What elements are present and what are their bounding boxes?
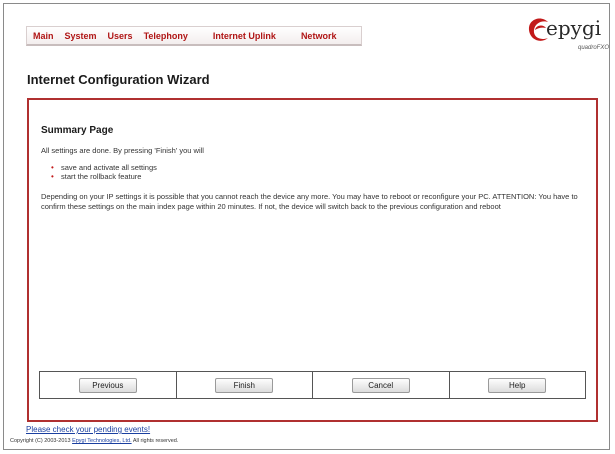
page-title: Internet Configuration Wizard	[27, 72, 210, 87]
bullet-icon: •	[51, 163, 54, 172]
logo-wordmark: epygi	[546, 16, 602, 40]
nav-item-system[interactable]: System	[65, 31, 97, 41]
nav-item-network[interactable]: Network	[301, 31, 337, 41]
wizard-panel: Summary Page All settings are done. By p…	[27, 98, 598, 422]
wizard-button-bar: Previous Finish Cancel Help	[39, 371, 586, 399]
summary-action-list: • save and activate all settings • start t…	[51, 163, 157, 181]
previous-button[interactable]: Previous	[78, 377, 137, 393]
list-item: • save and activate all settings	[51, 163, 157, 172]
copyright-notice: Copyright (C) 2003-2013 Epygi Technologi…	[10, 438, 179, 444]
company-link[interactable]: Epygi Technologies, Ltd.	[72, 438, 132, 444]
finish-button[interactable]: Finish	[215, 377, 274, 393]
summary-intro: All settings are done. By pressing 'Fini…	[41, 146, 204, 155]
pending-events-link[interactable]: Please check your pending events!	[26, 425, 150, 434]
bullet-icon: •	[51, 172, 54, 181]
button-cell-finish: Finish	[177, 372, 313, 398]
cancel-button[interactable]: Cancel	[351, 377, 410, 393]
nav-item-internet-uplink[interactable]: Internet Uplink	[213, 31, 276, 41]
list-item: • start the rollback feature	[51, 172, 142, 181]
summary-warning-text: Depending on your IP settings it is poss…	[41, 192, 578, 211]
nav-item-main[interactable]: Main	[33, 31, 54, 41]
button-cell-help: Help	[450, 372, 586, 398]
nav-item-telephony[interactable]: Telephony	[144, 31, 188, 41]
button-cell-previous: Previous	[40, 372, 177, 398]
button-cell-cancel: Cancel	[313, 372, 450, 398]
summary-title: Summary Page	[41, 125, 114, 136]
brand-logo: epygi quadroFXO	[526, 16, 610, 58]
logo-product-name: quadroFXO	[578, 45, 610, 51]
app-window: Main System Users Telephony Internet Upl…	[3, 3, 610, 450]
main-nav: Main System Users Telephony Internet Upl…	[26, 26, 362, 46]
help-button[interactable]: Help	[488, 377, 547, 393]
nav-item-users[interactable]: Users	[108, 31, 133, 41]
